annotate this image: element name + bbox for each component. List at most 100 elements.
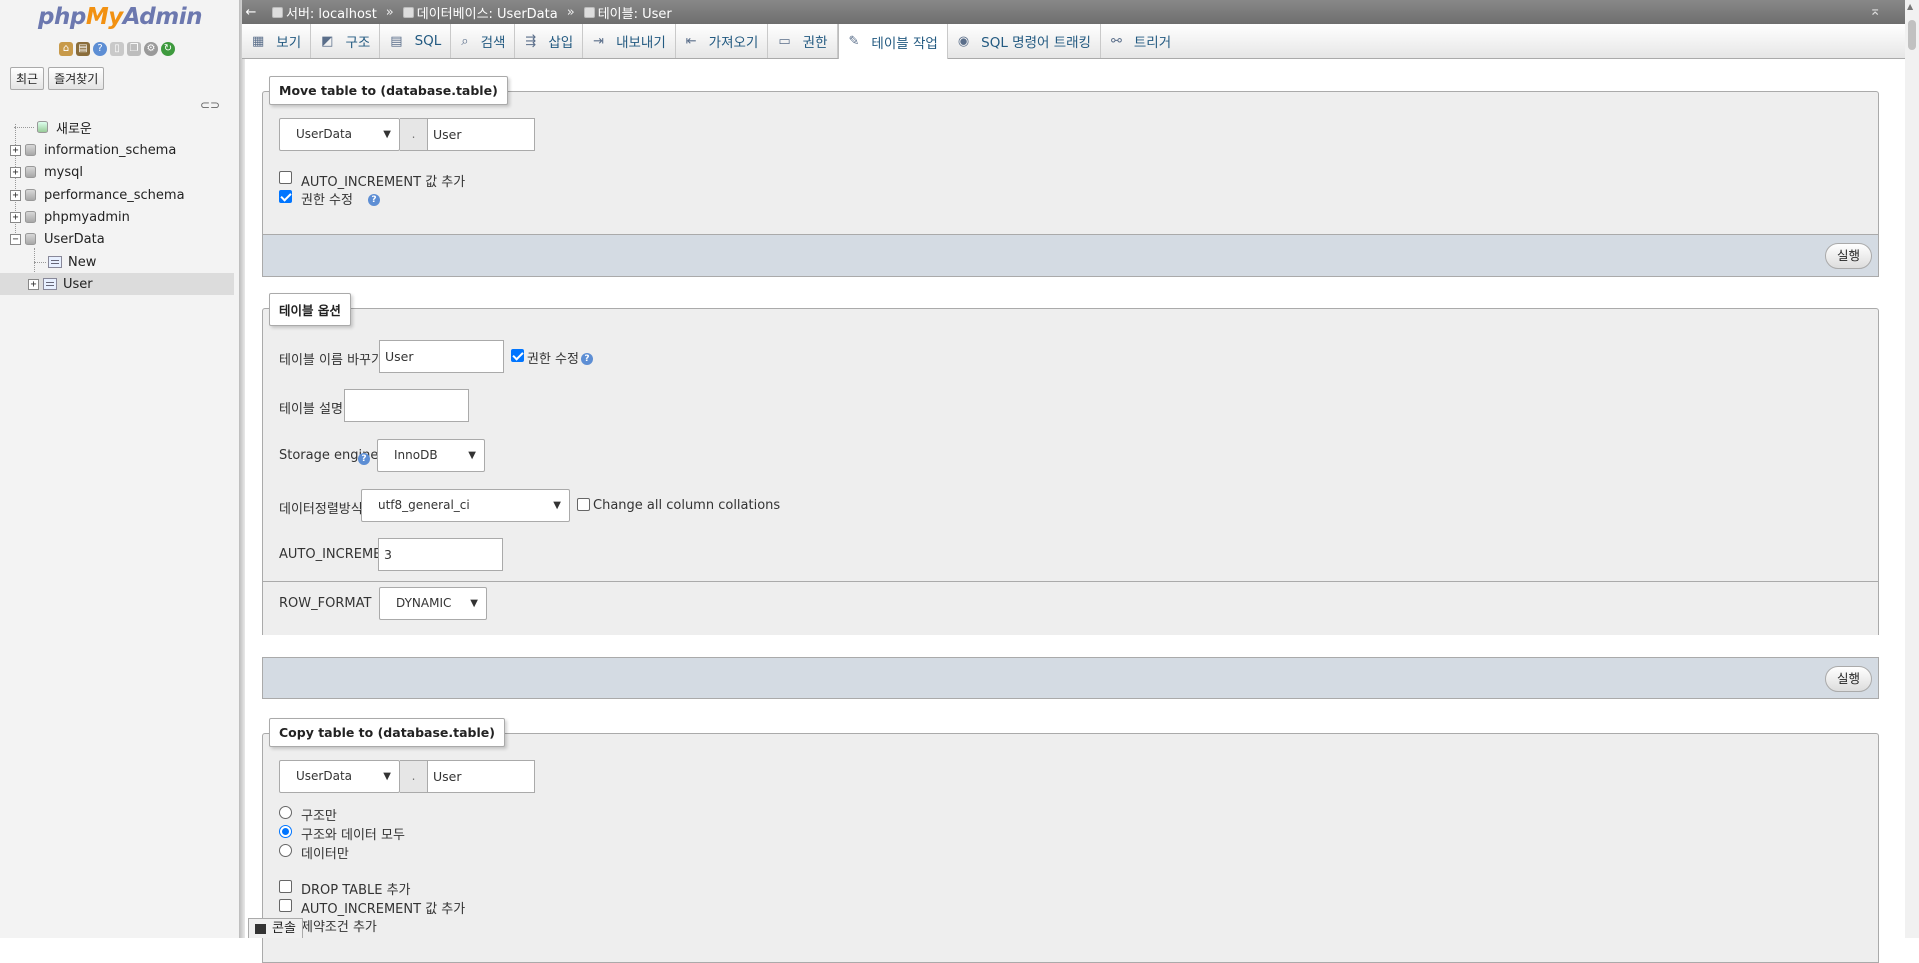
options-adjust-privileges-label: 권한 수정 <box>527 352 579 367</box>
drop-table-label: DROP TABLE 추가 <box>301 883 411 898</box>
row-format-label: ROW_FORMAT <box>279 596 372 611</box>
breadcrumb-database[interactable]: 데이터베이스: UserData <box>402 3 558 22</box>
db-table-separator: . <box>400 118 427 151</box>
recent-button[interactable]: 최근 <box>10 67 45 90</box>
link-icon[interactable]: ⊂⊃ <box>200 98 220 112</box>
storage-engine-select[interactable]: InnoDB ▼ <box>377 439 485 472</box>
help-icon[interactable]: ? <box>358 453 370 465</box>
tree-item-phpmyadmin[interactable]: + phpmyadmin <box>0 206 234 228</box>
structure-only-radio[interactable] <box>279 806 292 819</box>
move-adjust-privileges-checkbox[interactable] <box>279 190 292 203</box>
structure-and-data-radio[interactable] <box>279 825 292 838</box>
breadcrumb-server[interactable]: 서버: localhost <box>272 3 377 22</box>
row-format-select[interactable]: DYNAMIC ▼ <box>379 587 487 620</box>
expand-icon[interactable]: + <box>10 211 21 223</box>
copy-target-db-select[interactable]: UserData ▼ <box>279 760 400 793</box>
tab-browse[interactable]: ▦ 보기 <box>242 24 312 58</box>
move-target-db-select[interactable]: UserData ▼ <box>279 118 400 151</box>
structure-icon: ◩ <box>321 33 334 49</box>
console-icon <box>255 923 266 934</box>
triggers-icon: ⚯ <box>1110 33 1122 49</box>
table-icon <box>583 6 595 18</box>
expand-icon[interactable]: + <box>10 166 21 178</box>
move-table-fieldset: Move table to (database.table) UserData ▼… <box>262 76 1879 235</box>
data-only-radio[interactable] <box>279 844 292 857</box>
breadcrumb-table[interactable]: 테이블: User <box>583 3 672 22</box>
database-icon <box>402 6 414 18</box>
server-icon <box>272 6 283 18</box>
table-comment-input[interactable] <box>344 389 469 422</box>
tab-operations[interactable]: ✎ 테이블 작업 <box>837 24 948 59</box>
nav-tabs: 최근 즐겨찾기 <box>10 67 105 90</box>
tree-item-userdata[interactable]: − UserData <box>0 228 234 250</box>
scrollbar-thumb[interactable] <box>1908 20 1916 50</box>
table-options-body-extension <box>262 582 1879 635</box>
logout-icon[interactable]: ▤ <box>76 42 90 56</box>
copy-auto-increment-label: AUTO_INCREMENT 값 추가 <box>301 902 466 917</box>
expand-icon[interactable]: + <box>10 189 21 201</box>
tab-sql[interactable]: ▤ SQL <box>380 24 452 58</box>
favorites-button[interactable]: 즐겨찾기 <box>48 67 105 90</box>
help-icon[interactable]: ? <box>581 353 593 365</box>
eye-icon: ◉ <box>957 33 970 49</box>
options-adjust-privileges-checkbox[interactable] <box>511 349 524 362</box>
database-icon <box>25 189 36 201</box>
gear-icon[interactable]: ⚙ <box>144 42 158 56</box>
expand-icon[interactable]: + <box>10 144 21 156</box>
copy-icon[interactable]: ❐ <box>127 42 141 56</box>
tree-item-user-table[interactable]: + User <box>0 273 234 295</box>
collapse-top-icon[interactable]: ⌅ <box>1869 3 1881 19</box>
tab-export[interactable]: ⇥ 내보내기 <box>583 24 676 58</box>
auto-increment-input[interactable] <box>378 538 503 571</box>
tab-search[interactable]: ⌕ 검색 <box>451 24 516 58</box>
collation-select[interactable]: utf8_general_ci ▼ <box>361 489 570 522</box>
vertical-scrollbar[interactable]: ▲ <box>1905 0 1919 938</box>
home-icon[interactable]: ⌂ <box>59 42 73 56</box>
docs-icon[interactable]: ▯ <box>110 42 124 56</box>
tree-item-information-schema[interactable]: + information_schema <box>0 139 234 161</box>
tree-item-mysql[interactable]: + mysql <box>0 161 234 183</box>
options-go-button[interactable]: 실행 <box>1824 666 1872 692</box>
change-all-collations-checkbox[interactable] <box>577 498 590 511</box>
move-table-legend: Move table to (database.table) <box>269 76 508 105</box>
reload-icon[interactable]: ↻ <box>161 42 175 56</box>
collapse-icon[interactable]: − <box>10 233 21 245</box>
tree-item-new-table[interactable]: New <box>0 251 234 273</box>
navigation-panel: phpMyAdmin ⌂ ▤ ? ▯ ❐ ⚙ ↻ 최근 즐겨찾기 ⊂⊃ 새로운 … <box>0 0 245 938</box>
help-icon[interactable]: ? <box>93 42 107 56</box>
tab-insert[interactable]: ⇶ 삽입 <box>515 24 584 58</box>
copy-table-fieldset: Copy table to (database.table) UserData ▼… <box>262 718 1879 963</box>
insert-icon: ⇶ <box>525 33 537 49</box>
copy-auto-increment-checkbox[interactable] <box>279 899 292 912</box>
drop-table-checkbox[interactable] <box>279 880 292 893</box>
back-arrow-icon[interactable]: ← <box>242 5 260 20</box>
new-table-icon <box>48 256 62 268</box>
structure-and-data-label: 구조와 데이터 모두 <box>301 828 405 843</box>
db-table-separator: . <box>400 760 427 793</box>
help-icon[interactable]: ? <box>368 194 380 206</box>
move-target-table-input[interactable] <box>427 118 535 151</box>
tab-triggers[interactable]: ⚯ 트리거 <box>1101 24 1180 58</box>
tree-item-new[interactable]: 새로운 <box>0 116 234 138</box>
chevron-down-icon: ▼ <box>468 450 476 461</box>
move-auto-increment-checkbox[interactable] <box>279 171 292 184</box>
console-toggle[interactable]: 콘솔 <box>248 918 303 938</box>
move-adjust-privileges-label: 권한 수정 <box>301 193 353 208</box>
move-go-button[interactable]: 실행 <box>1824 243 1872 269</box>
phpmyadmin-logo[interactable]: phpMyAdmin <box>38 4 202 30</box>
wrench-icon: ✎ <box>848 34 860 49</box>
tab-import[interactable]: ⇤ 가져오기 <box>676 24 769 58</box>
tree-item-performance-schema[interactable]: + performance_schema <box>0 184 234 206</box>
comment-label: 테이블 설명 <box>279 402 343 417</box>
copy-target-table-input[interactable] <box>427 760 535 793</box>
tab-structure[interactable]: ◩ 구조 <box>311 24 381 58</box>
expand-icon[interactable]: + <box>28 278 39 290</box>
rename-table-input[interactable] <box>379 340 504 373</box>
chevron-down-icon: ▼ <box>470 598 478 609</box>
table-options-legend: 테이블 옵션 <box>269 293 351 326</box>
tab-privileges[interactable]: ▭ 권한 <box>768 24 838 58</box>
tab-tracking[interactable]: ◉ SQL 명령어 트래킹 <box>948 24 1101 58</box>
database-icon <box>25 233 36 245</box>
scroll-up-icon[interactable]: ▲ <box>1907 2 1913 11</box>
database-icon <box>25 211 36 223</box>
